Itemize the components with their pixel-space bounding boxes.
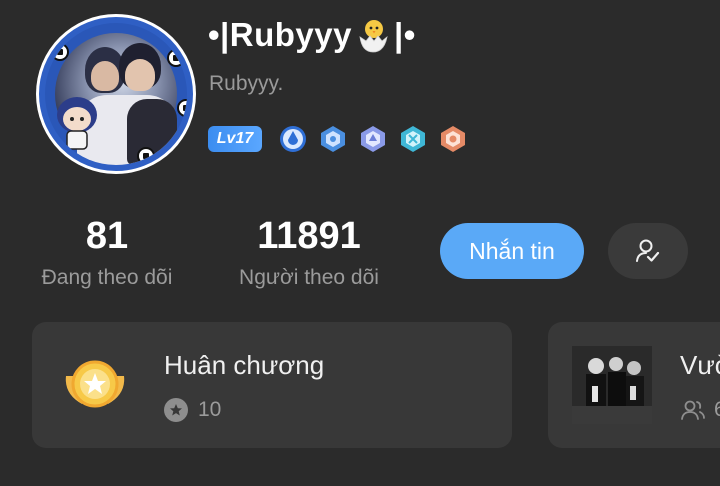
followers-stat[interactable]: 11891 Người theo dõi: [224, 214, 394, 290]
badge-row: Lv17: [208, 125, 472, 153]
followers-label: Người theo dõi: [239, 266, 379, 289]
following-count: 81: [85, 215, 129, 257]
display-name: •|Rubyyy |•: [208, 16, 416, 54]
level-badge[interactable]: Lv17: [208, 126, 262, 152]
message-button[interactable]: Nhắn tin: [440, 223, 584, 279]
followers-count: 11891: [257, 215, 361, 257]
garden-title: Vườ: [680, 350, 720, 380]
chibi-figure-icon: [57, 97, 97, 150]
blue-hex-badge-icon[interactable]: [319, 125, 347, 153]
hatching-chick-icon: [354, 17, 392, 53]
soccer-ball-icon: [167, 49, 185, 67]
user-check-icon: [636, 239, 660, 262]
garden-card[interactable]: Vườ 6: [548, 322, 720, 448]
lavender-hex-badge-icon[interactable]: [359, 125, 387, 153]
soccer-ball-icon: [51, 43, 69, 61]
following-label: Đang theo dõi: [41, 266, 173, 289]
blue-drop-badge-icon[interactable]: [279, 125, 307, 153]
avatar[interactable]: [36, 14, 196, 174]
soccer-ball-icon: [177, 99, 187, 117]
group-thumbnail: [572, 346, 652, 424]
people-icon: [681, 400, 705, 420]
medals-count: 10: [198, 398, 222, 421]
medals-title: Huân chương: [164, 350, 325, 380]
star-circle-icon: [164, 398, 188, 422]
following-stat[interactable]: 81 Đang theo dõi: [28, 214, 186, 290]
garden-count: 6: [714, 398, 720, 421]
avatar-frame: [39, 17, 193, 171]
cyan-hex-badge-icon[interactable]: [399, 125, 427, 153]
medals-count-row: 10: [164, 398, 221, 422]
display-name-prefix: •|Rubyyy: [208, 16, 352, 53]
display-name-suffix: |•: [394, 16, 416, 53]
gold-medal-icon: [65, 360, 125, 408]
orange-hex-badge-icon[interactable]: [439, 125, 467, 153]
medals-card[interactable]: Huân chương 10: [32, 322, 512, 448]
soccer-ball-icon: [137, 147, 155, 165]
garden-count-row: 6: [680, 398, 720, 422]
follow-status-button[interactable]: [608, 223, 688, 279]
username: Rubyyy.: [209, 72, 284, 95]
